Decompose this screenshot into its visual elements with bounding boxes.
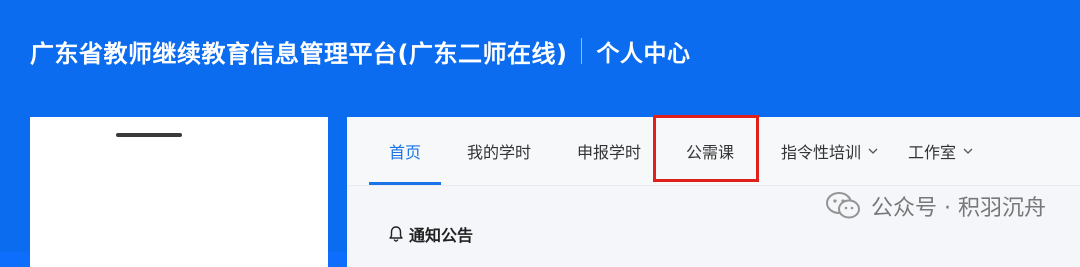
chevron-down-icon [868,148,878,154]
nav-item-label: 首页 [389,143,422,162]
bell-icon [389,226,403,242]
nav-item-label: 申报学时 [577,143,642,162]
nav-item-label: 指令性培训 [781,143,862,162]
watermark-text: 公众号 · 积羽沉舟 [871,196,1046,221]
user-profile-panel [30,117,328,267]
nav-item-declare-hours[interactable]: 申报学时 [577,117,641,185]
chevron-down-icon [963,148,973,154]
platform-title[interactable]: 广东省教师继续教育信息管理平台(广东二师在线) [30,34,567,69]
nav-item-my-hours[interactable]: 我的学时 [467,117,531,185]
nav-item-studio[interactable]: 工作室 [908,117,974,185]
nav-item-label: 工作室 [908,143,957,162]
nav-item-label: 我的学时 [467,143,532,162]
section-title[interactable]: 个人中心 [596,34,690,68]
nav-item-home[interactable]: 首页 [369,117,442,185]
header-title-row: 广东省教师继续教育信息管理平台(广东二师在线) 个人中心 [30,30,690,72]
wechat-icon [826,192,861,219]
watermark: 公众号 · 积羽沉舟 [825,190,1046,222]
nav-item-directive-training[interactable]: 指令性培训 [781,117,879,185]
profile-placeholder-bar [116,133,182,137]
notice-heading: 通知公告 [387,222,473,246]
nav-item-label: 公需课 [686,143,735,162]
active-tab-indicator [369,182,442,185]
notice-title: 通知公告 [409,226,474,245]
header-separator [581,38,583,64]
main-nav: 首页 我的学时 申报学时 公需课 指令性培训 工作室 [347,115,1080,186]
nav-item-public-courses[interactable]: 公需课 [686,117,734,185]
